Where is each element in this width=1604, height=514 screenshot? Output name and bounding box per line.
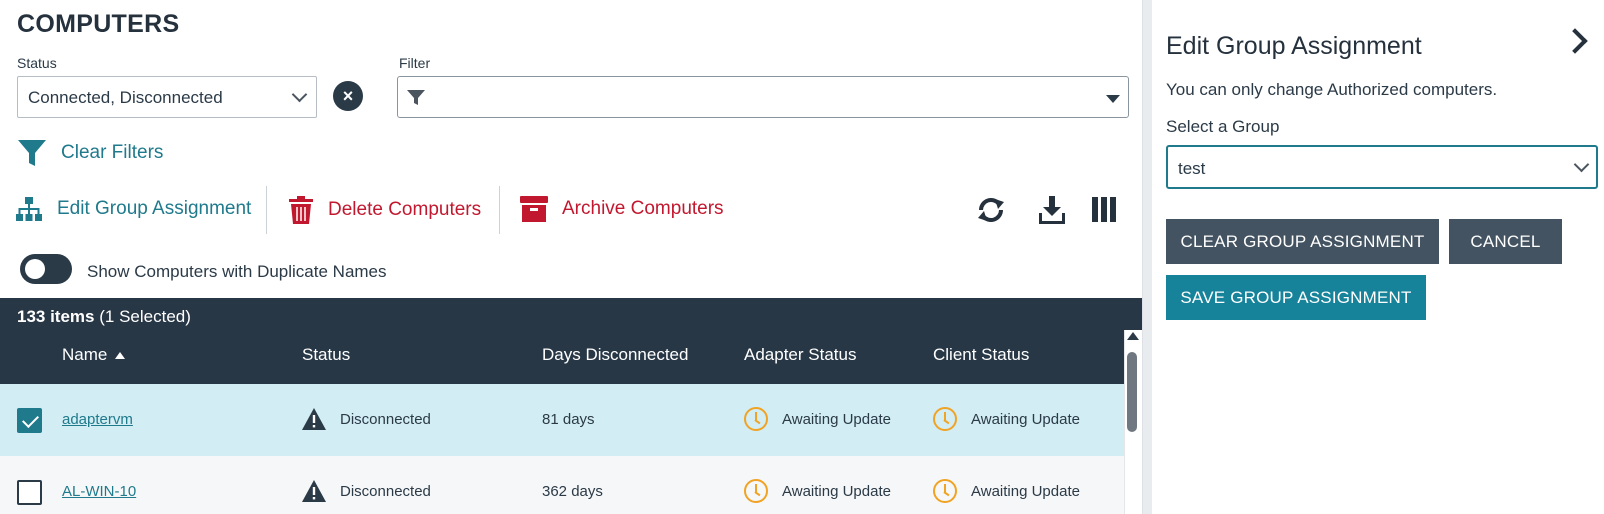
clear-status-button[interactable]: × — [333, 81, 363, 111]
group-select[interactable]: test — [1166, 145, 1598, 189]
clear-filters-button[interactable]: Clear Filters — [17, 138, 163, 168]
client-status: Awaiting Update — [971, 483, 1080, 500]
computer-name-link[interactable]: adaptervm — [62, 411, 133, 428]
chevron-down-icon — [1573, 156, 1590, 173]
clock-icon — [933, 479, 957, 503]
page-title: COMPUTERS — [17, 10, 180, 38]
group-select-value: test — [1178, 159, 1206, 178]
caret-down-icon — [1106, 95, 1120, 103]
clock-icon — [744, 407, 768, 431]
row-checkbox[interactable] — [17, 408, 42, 433]
archive-icon — [520, 196, 548, 222]
cancel-button[interactable]: CANCEL — [1449, 219, 1562, 264]
adapter-status: Awaiting Update — [782, 411, 891, 428]
filter-label: Filter — [399, 55, 431, 71]
sort-ascending-icon — [115, 352, 126, 360]
hierarchy-icon — [16, 197, 42, 221]
table-row[interactable]: adaptervm Disconnected 81 days Awaiting … — [0, 384, 1124, 456]
grid-header: 133 items (1 Selected) Name Status Days … — [0, 298, 1142, 384]
table-row[interactable]: AL-WIN-10 Disconnected 362 days Awaiting… — [0, 456, 1124, 514]
panel-title: Edit Group Assignment — [1166, 32, 1422, 60]
status-text: Disconnected — [340, 411, 431, 428]
clear-group-assignment-button[interactable]: CLEAR GROUP ASSIGNMENT — [1166, 219, 1439, 264]
chevron-down-icon — [291, 86, 308, 103]
warning-icon — [302, 408, 326, 430]
days-disconnected: 81 days — [542, 411, 595, 428]
computers-page: COMPUTERS Status Connected, Disconnected… — [0, 0, 1142, 514]
status-select-value: Connected, Disconnected — [28, 88, 223, 107]
save-group-assignment-button[interactable]: SAVE GROUP ASSIGNMENT — [1166, 275, 1426, 320]
row-checkbox[interactable] — [17, 480, 42, 505]
clock-icon — [933, 407, 957, 431]
select-group-label: Select a Group — [1166, 117, 1280, 136]
scroll-up-arrow-icon[interactable] — [1127, 332, 1139, 340]
download-icon[interactable] — [1039, 196, 1065, 224]
scrollbar-thumb[interactable] — [1127, 352, 1137, 432]
column-header-client-status[interactable]: Client Status — [933, 345, 1029, 365]
chevron-right-icon[interactable] — [1562, 28, 1588, 54]
delete-computers-label: Delete Computers — [328, 199, 482, 220]
archive-computers-button[interactable]: Archive Computers — [520, 196, 724, 222]
columns-icon[interactable] — [1092, 197, 1116, 222]
toolbar-divider — [266, 186, 267, 234]
duplicate-names-label: Show Computers with Duplicate Names — [87, 262, 387, 281]
toolbar-divider — [499, 186, 500, 234]
edit-group-assignment-label: Edit Group Assignment — [57, 198, 252, 219]
items-selected: (1 Selected) — [99, 307, 191, 326]
edit-group-panel: Edit Group Assignment You can only chang… — [1152, 0, 1604, 514]
refresh-icon[interactable] — [976, 196, 1006, 224]
delete-computers-button[interactable]: Delete Computers — [288, 196, 481, 224]
panel-note: You can only change Authorized computers… — [1166, 80, 1498, 99]
status-select[interactable]: Connected, Disconnected — [17, 76, 317, 118]
funnel-icon — [18, 140, 46, 166]
items-total: 133 items — [17, 307, 95, 326]
status-text: Disconnected — [340, 483, 431, 500]
filter-input[interactable] — [397, 76, 1129, 118]
toggle-knob — [25, 259, 45, 279]
column-header-name[interactable]: Name — [62, 345, 126, 365]
days-disconnected: 362 days — [542, 483, 603, 500]
column-header-adapter-status[interactable]: Adapter Status — [744, 345, 856, 365]
adapter-status: Awaiting Update — [782, 483, 891, 500]
client-status: Awaiting Update — [971, 411, 1080, 428]
edit-group-assignment-button[interactable]: Edit Group Assignment — [15, 196, 251, 222]
items-count: 133 items (1 Selected) — [17, 307, 191, 327]
warning-icon — [302, 480, 326, 502]
status-filter-label: Status — [17, 55, 57, 71]
archive-computers-label: Archive Computers — [562, 198, 724, 219]
duplicate-names-toggle[interactable] — [20, 254, 72, 284]
column-header-days-disconnected[interactable]: Days Disconnected — [542, 345, 688, 365]
trash-icon — [289, 196, 313, 224]
clear-filters-label: Clear Filters — [61, 142, 164, 163]
column-header-status[interactable]: Status — [302, 345, 350, 365]
clock-icon — [744, 479, 768, 503]
funnel-icon — [407, 90, 425, 105]
computer-name-link[interactable]: AL-WIN-10 — [62, 483, 136, 500]
panel-divider — [1142, 0, 1152, 514]
